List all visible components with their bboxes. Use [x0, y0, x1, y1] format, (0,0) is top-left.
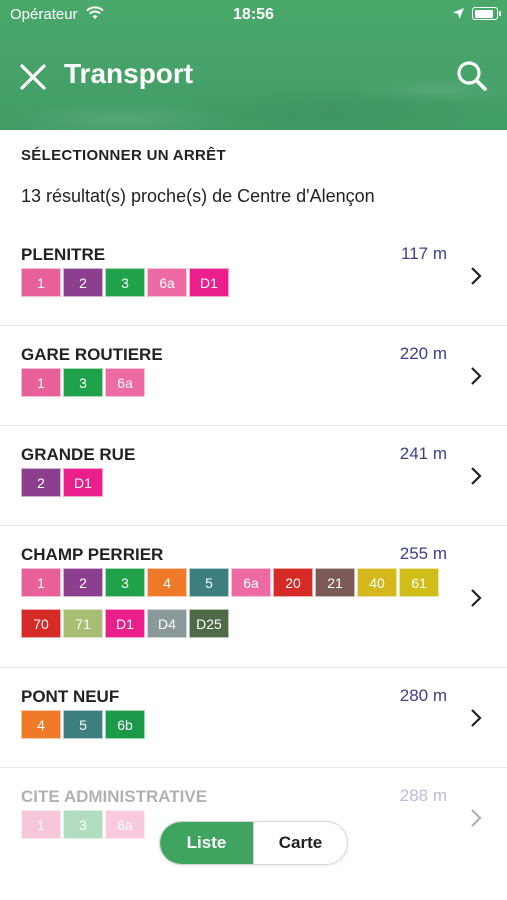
stop-item-pont-neuf[interactable]: PONT NEUF 280 m 4 5 6b [0, 668, 507, 768]
clock: 18:56 [233, 6, 274, 23]
line-badge: 6b [105, 710, 145, 739]
status-bar: Opérateur 18:56 [0, 0, 507, 30]
line-badge: 1 [21, 810, 61, 839]
chevron-right-icon [471, 267, 482, 285]
line-badge: 3 [63, 810, 103, 839]
line-badge: 6a [231, 568, 271, 597]
line-badge: 2 [21, 468, 61, 497]
chevron-right-icon [471, 809, 482, 827]
view-toggle: Liste Carte [159, 821, 348, 865]
line-badge: D1 [189, 268, 229, 297]
location-arrow-icon [453, 8, 464, 19]
line-badge: 70 [21, 609, 61, 638]
line-badge: 1 [21, 268, 61, 297]
line-badges: 1 2 3 6a D1 [21, 268, 451, 297]
line-badge: 1 [21, 368, 61, 397]
stop-distance: 117 m [401, 244, 447, 263]
stop-name: CHAMP PERRIER [21, 545, 164, 564]
chevron-right-icon [471, 709, 482, 727]
battery-icon [472, 7, 501, 20]
chevron-right-icon [471, 589, 482, 607]
section-title: SÉLECTIONNER UN ARRÊT [21, 147, 226, 164]
stop-name: CITE ADMINISTRATIVE [21, 787, 208, 806]
list-view-button[interactable]: Liste [160, 822, 253, 864]
stop-distance: 220 m [399, 344, 447, 363]
stop-item-champ-perrier[interactable]: CHAMP PERRIER 255 m 1 2 3 4 5 6a 20 21 40 61 70 71 D… [0, 526, 507, 668]
line-badges: 1 2 3 4 5 6a 20 21 40 61 70 71 D1 D4 D25 [21, 568, 451, 638]
stop-item-grande-rue[interactable]: GRANDE RUE 241 m 2 D1 [0, 426, 507, 526]
line-badge: D1 [63, 468, 103, 497]
stop-item-gare-routiere[interactable]: GARE ROUTIERE 220 m 1 3 6a [0, 326, 507, 426]
app-header: Opérateur 18:56 Transport [0, 0, 507, 130]
line-badge: D4 [147, 609, 187, 638]
stop-distance: 241 m [399, 444, 447, 463]
line-badge: 2 [63, 268, 103, 297]
page-title: Transport [64, 58, 194, 89]
chevron-right-icon [471, 467, 482, 485]
line-badges: 1 3 6a [21, 368, 451, 397]
stop-name: GARE ROUTIERE [21, 345, 163, 364]
line-badge: 3 [63, 368, 103, 397]
stop-name: GRANDE RUE [21, 445, 136, 464]
stop-item-plenitre[interactable]: PLENITRE 117 m 1 2 3 6a D1 [0, 226, 507, 326]
line-badge: 6a [147, 268, 187, 297]
line-badge: 61 [399, 568, 439, 597]
line-badge: 3 [105, 268, 145, 297]
map-view-button[interactable]: Carte [253, 822, 347, 864]
stop-list: PLENITRE 117 m 1 2 3 6a D1 GARE ROUTIERE 220… [0, 226, 507, 868]
chevron-right-icon [471, 367, 482, 385]
close-icon[interactable] [18, 62, 48, 92]
line-badges: 2 D1 [21, 468, 451, 497]
results-count: 13 résultat(s) proche(s) de Centre d'Ale… [21, 186, 375, 206]
stop-distance: 280 m [399, 686, 447, 705]
stop-distance: 255 m [399, 544, 447, 563]
stop-name: PONT NEUF [21, 687, 120, 706]
line-badge: 6a [105, 810, 145, 839]
line-badge: 6a [105, 368, 145, 397]
line-badge: 1 [21, 568, 61, 597]
stop-name: PLENITRE [21, 245, 106, 264]
line-badge: 21 [315, 568, 355, 597]
line-badge: 4 [21, 710, 61, 739]
line-badge: 3 [105, 568, 145, 597]
stop-distance: 288 m [399, 786, 447, 805]
line-badge: 71 [63, 609, 103, 638]
line-badge: 5 [63, 710, 103, 739]
line-badge: 20 [273, 568, 313, 597]
line-badges: 4 5 6b [21, 710, 451, 739]
line-badge: 5 [189, 568, 229, 597]
line-badge: 40 [357, 568, 397, 597]
line-badge: D1 [105, 609, 145, 638]
line-badge: 2 [63, 568, 103, 597]
line-badge: 4 [147, 568, 187, 597]
search-icon[interactable] [456, 60, 488, 92]
line-badge: D25 [189, 609, 229, 638]
